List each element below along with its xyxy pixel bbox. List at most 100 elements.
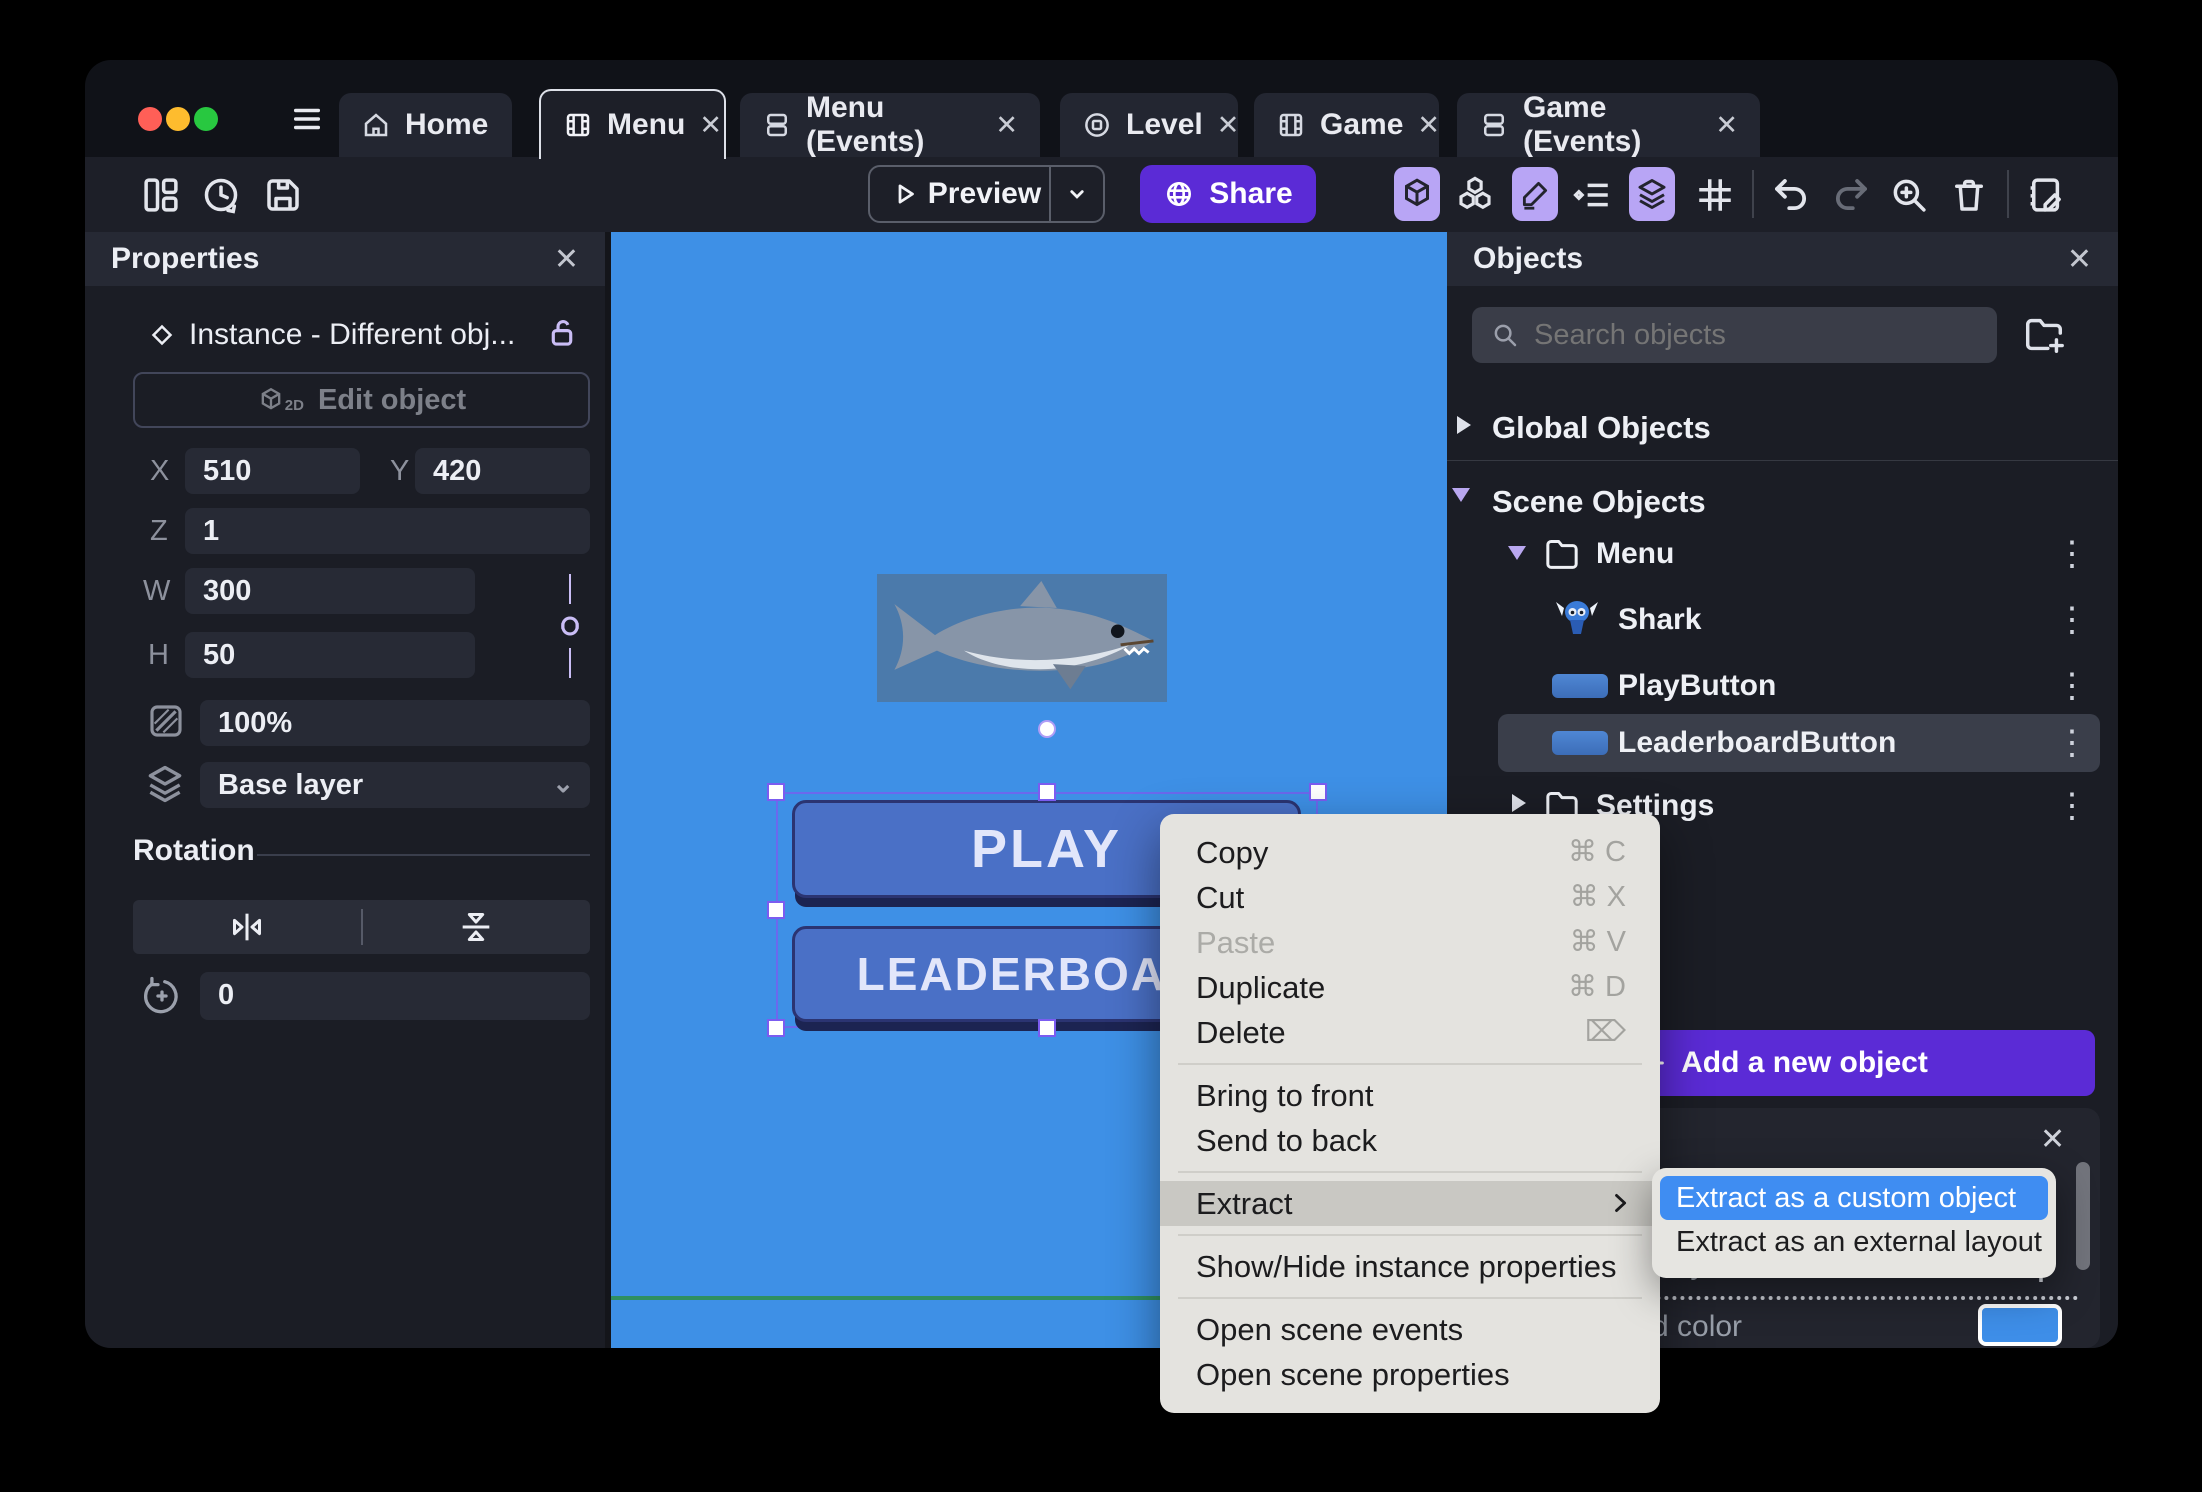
submenu-item-extract-custom-object[interactable]: Extract as a custom object	[1660, 1176, 2048, 1220]
preview-dropdown-button[interactable]	[1051, 180, 1103, 208]
version-history-button[interactable]	[200, 174, 242, 216]
menu-item-show-hide-instance-properties[interactable]: Show/Hide instance properties	[1160, 1244, 1660, 1289]
row-menu-icon[interactable]: ⋮	[2055, 719, 2089, 767]
hamburger-icon	[293, 108, 321, 130]
flip-vertical-button[interactable]	[363, 907, 591, 947]
main-menu-button[interactable]	[288, 102, 326, 136]
zoom-in-button[interactable]	[1888, 174, 1930, 216]
flip-horizontal-icon	[232, 913, 261, 941]
zoom-window-button[interactable]	[194, 107, 218, 131]
share-button[interactable]: Share	[1140, 165, 1316, 223]
tab-level[interactable]: Level ✕	[1060, 93, 1240, 157]
expand-arrow-icon[interactable]	[1512, 794, 1526, 812]
menu-item-bring-to-front[interactable]: Bring to front	[1160, 1073, 1660, 1118]
row-menu-icon[interactable]: ⋮	[2055, 596, 2089, 644]
object-mode-button[interactable]	[1394, 167, 1440, 221]
instances-list-button[interactable]	[1571, 174, 1613, 216]
color-swatch[interactable]	[1978, 1304, 2062, 1346]
delete-button[interactable]	[1948, 174, 1990, 216]
folder-icon	[1542, 534, 1582, 574]
x-field[interactable]: 510	[185, 448, 360, 494]
selection-handle[interactable]	[767, 901, 785, 919]
h-field[interactable]: 50	[185, 632, 475, 678]
tab-close-icon[interactable]: ✕	[995, 110, 1018, 141]
tree-item-menu-folder[interactable]: Menu	[1596, 530, 1674, 578]
menu-item-send-to-back[interactable]: Send to back	[1160, 1118, 1660, 1163]
close-icon[interactable]: ✕	[554, 242, 579, 277]
minimize-window-button[interactable]	[166, 107, 190, 131]
menu-item-duplicate[interactable]: Duplicate ⌘ D	[1160, 965, 1660, 1010]
tab-close-icon[interactable]: ✕	[1417, 110, 1440, 141]
tab-menu-events[interactable]: Menu (Events) ✕	[740, 91, 1040, 158]
menu-item-extract[interactable]: Extract	[1160, 1181, 1660, 1226]
z-field[interactable]: 1	[185, 508, 590, 554]
selection-handle[interactable]	[1038, 783, 1056, 801]
menu-item-copy[interactable]: Copy ⌘ C	[1160, 830, 1660, 875]
shark-sprite[interactable]	[877, 574, 1167, 702]
selection-handle[interactable]	[767, 1019, 785, 1037]
undo-button[interactable]	[1770, 174, 1812, 216]
chevron-down-icon	[1070, 190, 1084, 199]
menu-item-cut[interactable]: Cut ⌘ X	[1160, 875, 1660, 920]
tree-item-playbutton[interactable]: PlayButton	[1618, 662, 1776, 710]
search-objects-input[interactable]	[1472, 307, 1997, 363]
menu-separator	[1178, 1234, 1642, 1236]
menu-item-open-scene-events[interactable]: Open scene events	[1160, 1307, 1660, 1352]
redo-button[interactable]	[1830, 174, 1872, 216]
collapse-arrow-icon[interactable]	[1452, 488, 1470, 502]
tab-close-icon[interactable]: ✕	[699, 110, 722, 141]
selection-handle[interactable]	[1038, 1019, 1056, 1037]
tree-item-leaderboardbutton[interactable]: LeaderboardButton	[1618, 719, 1896, 767]
undo-icon	[1775, 179, 1807, 211]
layers-icon	[1638, 179, 1666, 209]
tab-game-events[interactable]: Game (Events) ✕	[1457, 91, 1760, 158]
unlock-icon[interactable]	[543, 314, 581, 352]
menu-item-paste[interactable]: Paste ⌘ V	[1160, 920, 1660, 965]
edit-mode-button[interactable]	[1512, 167, 1558, 221]
tab-game[interactable]: Game ✕	[1254, 93, 1440, 157]
tab-close-icon[interactable]: ✕	[1217, 110, 1240, 141]
link-line	[569, 574, 571, 604]
edit-scene-properties-button[interactable]	[2025, 174, 2067, 216]
scene-objects-section[interactable]: Scene Objects	[1492, 478, 1706, 526]
menu-item-open-scene-properties[interactable]: Open scene properties	[1160, 1352, 1660, 1397]
selection-handle[interactable]	[1309, 783, 1327, 801]
close-icon[interactable]: ✕	[2040, 1122, 2065, 1157]
search-objects-wrap	[1472, 307, 1997, 363]
objects-groups-button[interactable]	[1454, 174, 1496, 216]
global-objects-section[interactable]: Global Objects	[1492, 404, 1711, 452]
close-window-button[interactable]	[138, 107, 162, 131]
row-menu-icon[interactable]: ⋮	[2055, 782, 2089, 830]
menu-item-delete[interactable]: Delete ⌦	[1160, 1010, 1660, 1055]
tab-close-icon[interactable]: ✕	[1715, 110, 1738, 141]
tab-home[interactable]: Home	[339, 93, 512, 157]
row-menu-icon[interactable]: ⋮	[2055, 530, 2089, 578]
opacity-field[interactable]: 100%	[200, 700, 590, 746]
rotation-handle[interactable]	[1038, 720, 1056, 738]
close-icon[interactable]: ✕	[2067, 242, 2092, 277]
flip-horizontal-button[interactable]	[133, 907, 361, 947]
layers-panel-button[interactable]	[1629, 167, 1675, 221]
layer-select[interactable]: Base layer ⌄	[200, 762, 590, 808]
y-field[interactable]: 420	[415, 448, 590, 494]
expand-arrow-icon[interactable]	[1457, 416, 1471, 434]
tab-menu[interactable]: Menu ✕	[539, 89, 726, 159]
selection-handle[interactable]	[767, 783, 785, 801]
preview-button[interactable]: Preview	[868, 165, 1105, 223]
tree-item-shark[interactable]: Shark	[1618, 596, 1701, 644]
layout-panels-button[interactable]	[140, 174, 182, 216]
preview-label: Preview	[927, 177, 1042, 210]
w-field[interactable]: 300	[185, 568, 475, 614]
grid-toggle-button[interactable]	[1694, 174, 1736, 216]
row-menu-icon[interactable]: ⋮	[2055, 662, 2089, 710]
edit-object-button[interactable]: 2D Edit object	[133, 372, 590, 428]
add-folder-button[interactable]	[2020, 312, 2068, 358]
scrollbar-thumb[interactable]	[2076, 1162, 2090, 1270]
rotation-field[interactable]: 0	[200, 972, 590, 1020]
submenu-item-extract-external-layout[interactable]: Extract as an external layout	[1660, 1220, 2048, 1264]
flip-toolbar	[133, 900, 590, 954]
section-divider	[1447, 460, 2118, 461]
save-button[interactable]	[262, 174, 304, 216]
link-wh-icon[interactable]	[551, 606, 589, 646]
collapse-arrow-icon[interactable]	[1508, 546, 1526, 560]
